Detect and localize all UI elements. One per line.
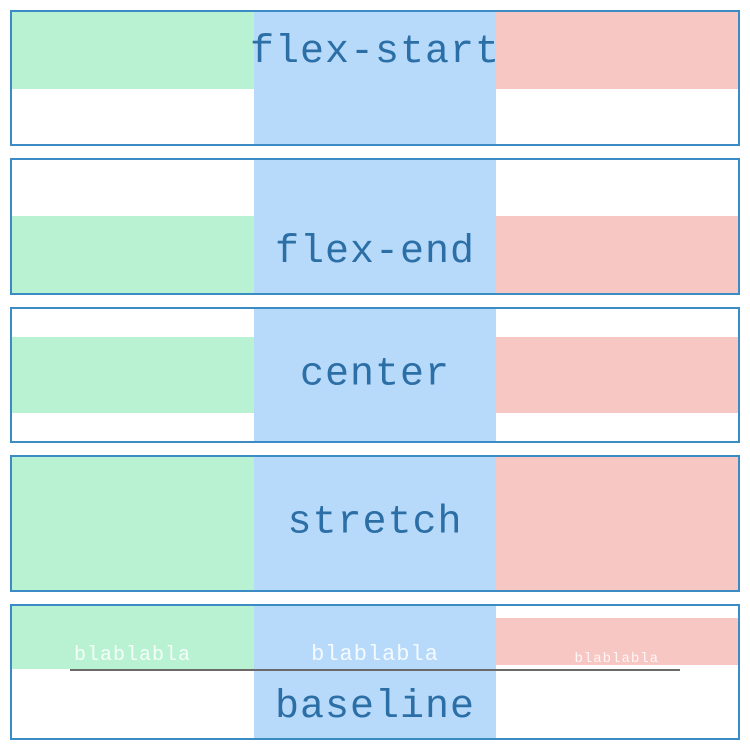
row-center: center bbox=[10, 307, 740, 443]
row-flex-start: flex-start bbox=[10, 10, 740, 146]
box-pink bbox=[496, 216, 738, 293]
box-green bbox=[12, 216, 254, 293]
box-green bbox=[12, 337, 254, 414]
bla-text-green: blablabla bbox=[74, 644, 191, 669]
label-flex-end: flex-end bbox=[275, 230, 475, 275]
baseline-indicator-line bbox=[70, 669, 680, 671]
bla-text-blue: blablabla bbox=[311, 642, 439, 669]
label-flex-start: flex-start bbox=[250, 30, 500, 75]
box-pink bbox=[496, 337, 738, 414]
row-baseline: blablabla blablabla blablabla baseline bbox=[10, 604, 740, 740]
box-green bbox=[12, 457, 254, 589]
bla-text-pink: blablabla bbox=[574, 651, 659, 669]
row-stretch: stretch bbox=[10, 455, 740, 591]
box-green bbox=[12, 12, 254, 89]
label-baseline: baseline bbox=[275, 685, 475, 730]
label-center: center bbox=[300, 353, 450, 398]
row-flex-end: flex-end bbox=[10, 158, 740, 294]
box-pink bbox=[496, 12, 738, 89]
label-stretch: stretch bbox=[287, 501, 462, 546]
box-pink bbox=[496, 457, 738, 589]
